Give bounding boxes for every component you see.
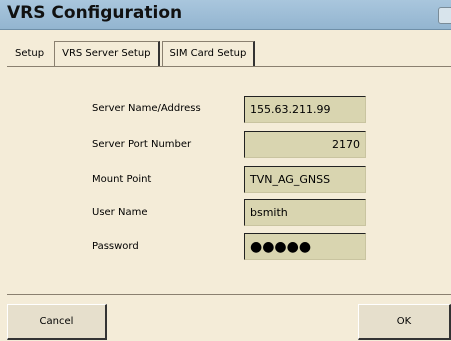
password-field[interactable]: ●●●●● xyxy=(244,233,366,260)
mount-point-label: Mount Point xyxy=(92,174,152,185)
server-name-label: Server Name/Address xyxy=(92,103,201,114)
user-name-label: User Name xyxy=(92,207,148,218)
tab-setup[interactable]: Setup xyxy=(7,41,52,65)
window-menu-icon[interactable] xyxy=(438,7,451,24)
mount-point-field[interactable]: TVN_AG_GNSS xyxy=(244,166,366,193)
tab-bar: Setup VRS Server Setup SIM Card Setup xyxy=(7,41,257,67)
tab-divider xyxy=(7,66,451,67)
server-port-label: Server Port Number xyxy=(92,139,192,150)
title-bar: VRS Configuration xyxy=(0,0,451,30)
password-label: Password xyxy=(92,241,139,252)
tab-vrs-server-setup[interactable]: VRS Server Setup xyxy=(54,41,160,67)
server-port-field[interactable]: 2170 xyxy=(244,131,366,158)
ok-button[interactable]: OK xyxy=(358,304,451,340)
footer-divider xyxy=(7,294,451,295)
user-name-field[interactable]: bsmith xyxy=(244,199,366,226)
tab-sim-card-setup[interactable]: SIM Card Setup xyxy=(161,41,256,67)
cancel-button[interactable]: Cancel xyxy=(7,304,107,340)
server-name-field[interactable]: 155.63.211.99 xyxy=(244,96,366,123)
window-title: VRS Configuration xyxy=(7,3,183,23)
